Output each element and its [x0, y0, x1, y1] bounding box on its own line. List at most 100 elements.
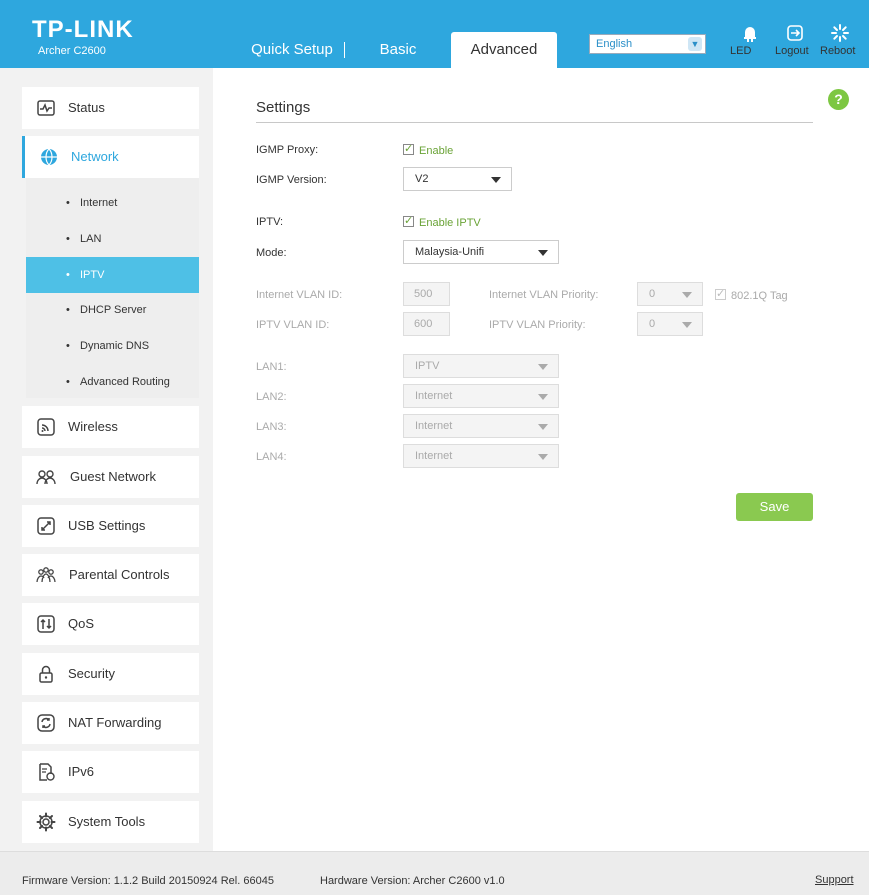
chevron-down-icon	[491, 177, 501, 183]
sidebar-item-label: QoS	[68, 616, 95, 631]
sidebar-item-label: Network	[71, 149, 119, 164]
chevron-down-icon	[538, 250, 548, 256]
sidebar-item-parental-controls[interactable]: Parental Controls	[22, 554, 199, 596]
sidebar-item-nat-forwarding[interactable]: NAT Forwarding	[22, 702, 199, 744]
tab-separator	[344, 42, 345, 58]
submenu-item-internet[interactable]: Internet	[26, 185, 199, 221]
chevron-down-icon	[538, 454, 548, 460]
parental-controls-icon	[36, 565, 56, 585]
submenu-item-iptv[interactable]: IPTV	[26, 257, 199, 293]
submenu-item-dhcp-server[interactable]: DHCP Server	[26, 292, 199, 328]
support-link[interactable]: Support	[815, 874, 854, 886]
igmp-proxy-checkbox[interactable]: Enable	[403, 142, 453, 157]
wireless-icon	[36, 417, 56, 437]
led-label: LED	[730, 45, 752, 57]
iptv-vlan-priority-select[interactable]: 0	[637, 312, 703, 336]
usb-icon	[36, 516, 56, 536]
lan4-label: LAN4:	[256, 451, 287, 463]
tab-quick-setup[interactable]: Quick Setup	[238, 32, 346, 68]
reboot-icon	[820, 24, 860, 42]
sidebar-item-label: Security	[68, 666, 115, 681]
sidebar-item-ipv6[interactable]: IPv6	[22, 751, 199, 793]
lan3-select[interactable]: Internet	[403, 414, 559, 438]
lan2-select[interactable]: Internet	[403, 384, 559, 408]
igmp-version-select[interactable]: V2	[403, 167, 512, 191]
sidebar-item-label: NAT Forwarding	[68, 715, 162, 730]
chevron-down-icon	[538, 394, 548, 400]
sidebar-item-wireless[interactable]: Wireless	[22, 406, 199, 448]
sidebar-item-security[interactable]: Security	[22, 653, 199, 695]
internet-vlan-id-input[interactable]: 500	[403, 282, 450, 306]
lan3-label: LAN3:	[256, 421, 287, 433]
tp-link-logo: TP-LINK	[32, 16, 134, 43]
sidebar-item-label: Parental Controls	[69, 567, 170, 582]
igmp-proxy-label: IGMP Proxy:	[256, 144, 319, 156]
firmware-version: Firmware Version: 1.1.2 Build 20150924 R…	[22, 875, 274, 887]
help-icon[interactable]: ?	[828, 89, 849, 110]
sidebar-item-label: IPv6	[68, 764, 95, 779]
iptv-label: IPTV:	[256, 216, 284, 228]
ipv6-icon	[36, 762, 56, 782]
submenu-item-advanced-routing[interactable]: Advanced Routing	[26, 364, 199, 400]
chevron-down-icon	[538, 364, 548, 370]
tab-basic[interactable]: Basic	[358, 32, 438, 68]
sidebar-item-system-tools[interactable]: System Tools	[22, 801, 199, 843]
sidebar-item-label: Status	[68, 100, 105, 115]
chevron-down-icon	[682, 322, 692, 328]
sidebar-item-guest-network[interactable]: Guest Network	[22, 456, 199, 498]
iptv-vlan-priority-label: IPTV VLAN Priority:	[489, 319, 586, 331]
qos-icon	[36, 614, 56, 634]
led-button[interactable]: LED	[730, 24, 770, 57]
language-select[interactable]: English ▼	[589, 34, 706, 54]
network-submenu: Internet LAN IPTV DHCP Server Dynamic DN…	[26, 178, 199, 400]
enable-iptv-checkbox[interactable]: Enable IPTV	[403, 214, 481, 229]
logout-label: Logout	[775, 45, 809, 57]
hardware-version: Hardware Version: Archer C2600 v1.0	[320, 875, 505, 887]
save-button[interactable]: Save	[736, 493, 813, 521]
reboot-button[interactable]: Reboot	[820, 24, 860, 57]
sidebar-item-usb-settings[interactable]: USB Settings	[22, 505, 199, 547]
sidebar-item-label: Wireless	[68, 419, 118, 434]
globe-icon	[39, 147, 59, 167]
guest-network-icon	[36, 467, 56, 487]
internet-vlan-priority-select[interactable]: 0	[637, 282, 703, 306]
checkbox-checked-icon	[403, 142, 414, 155]
sidebar-item-label: Guest Network	[70, 469, 156, 484]
lan2-label: LAN2:	[256, 391, 287, 403]
chevron-down-icon	[682, 292, 692, 298]
sidebar-item-label: USB Settings	[68, 518, 146, 533]
checkbox-checked-icon	[403, 214, 414, 227]
iptv-vlan-id-label: IPTV VLAN ID:	[256, 319, 330, 331]
tab-advanced[interactable]: Advanced	[451, 32, 557, 68]
mode-label: Mode:	[256, 247, 287, 259]
lan1-label: LAN1:	[256, 361, 287, 373]
lan1-select[interactable]: IPTV	[403, 354, 559, 378]
status-icon	[36, 98, 56, 118]
igmp-version-label: IGMP Version:	[256, 174, 327, 186]
chevron-down-icon: ▼	[688, 37, 702, 51]
submenu-item-dynamic-dns[interactable]: Dynamic DNS	[26, 328, 199, 364]
mode-select[interactable]: Malaysia-Unifi	[403, 240, 559, 264]
iptv-vlan-id-input[interactable]: 600	[403, 312, 450, 336]
tag-8021q-checkbox[interactable]: 802.1Q Tag	[715, 287, 788, 302]
led-icon	[730, 24, 770, 42]
nat-forwarding-icon	[36, 713, 56, 733]
gear-icon	[36, 812, 56, 832]
page-title: Settings	[256, 99, 311, 116]
sidebar-item-network[interactable]: Network	[22, 136, 199, 178]
checkbox-checked-icon	[715, 287, 726, 300]
logout-icon	[775, 24, 815, 42]
footer: Firmware Version: 1.1.2 Build 20150924 R…	[0, 851, 869, 895]
title-divider	[256, 122, 813, 123]
sidebar-item-qos[interactable]: QoS	[22, 603, 199, 645]
sidebar-item-label: System Tools	[68, 814, 146, 829]
submenu-item-lan[interactable]: LAN	[26, 221, 199, 257]
reboot-label: Reboot	[820, 45, 856, 57]
language-selected: English	[596, 38, 633, 50]
lan4-select[interactable]: Internet	[403, 444, 559, 468]
internet-vlan-id-label: Internet VLAN ID:	[256, 289, 343, 301]
sidebar-item-status[interactable]: Status	[22, 87, 199, 129]
chevron-down-icon	[538, 424, 548, 430]
logout-button[interactable]: Logout	[775, 24, 815, 57]
model-name: Archer C2600	[38, 45, 106, 57]
